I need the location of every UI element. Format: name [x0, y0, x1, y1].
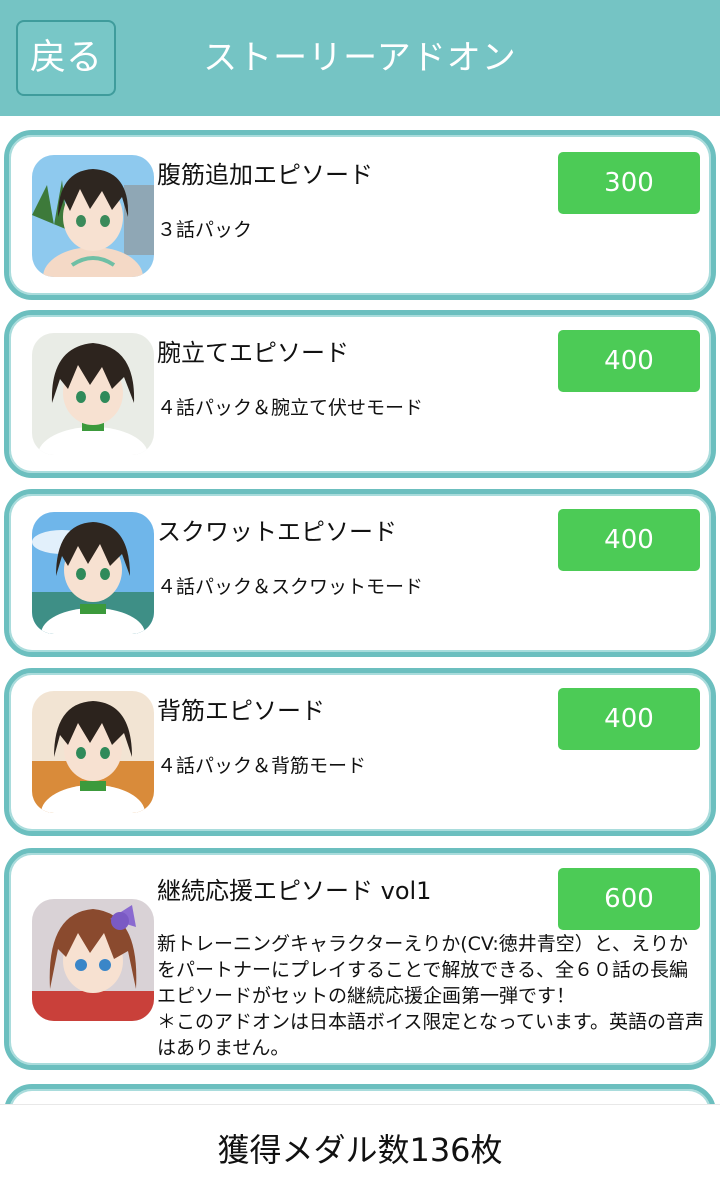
app-header: 戻る ストーリーアドオン — [0, 0, 720, 116]
character-thumbnail — [32, 899, 154, 1021]
medal-count-bar: 獲得メダル数136枚 — [0, 1104, 720, 1185]
addon-description: ４話パック＆スクワットモード — [157, 576, 424, 598]
addon-card: 腕立てエピソード ４話パック＆腕立て伏せモード 400 — [4, 310, 716, 478]
addon-card: 背筋エピソード ４話パック＆背筋モード 400 — [4, 668, 716, 836]
addon-card: 継続応援エピソード vol1 600 新トレーニングキャラクターえりか(CV:徳… — [4, 848, 716, 1070]
price-button[interactable]: 600 — [558, 868, 700, 930]
addon-description: ４話パック＆背筋モード — [157, 755, 367, 777]
addon-description: ３話パック — [157, 219, 253, 241]
character-thumbnail — [32, 155, 154, 277]
addon-title: 背筋エピソード — [157, 697, 325, 725]
addon-description-text: 新トレーニングキャラクターえりか(CV:徳井青空）と、えりかをパートナーにプレイ… — [157, 933, 705, 1059]
addon-card — [4, 1084, 716, 1104]
addon-title: 継続応援エピソード vol1 — [157, 877, 432, 905]
character-thumbnail — [32, 512, 154, 634]
addon-title: スクワットエピソード — [157, 518, 397, 546]
addon-title: 腹筋追加エピソード — [157, 161, 373, 189]
character-thumbnail — [32, 691, 154, 813]
addon-card: 腹筋追加エピソード ３話パック 300 — [4, 130, 716, 300]
addon-description: ４話パック＆腕立て伏せモード — [157, 397, 424, 419]
character-thumbnail — [32, 333, 154, 455]
addon-title: 腕立てエピソード — [157, 339, 349, 367]
addon-list[interactable]: 腹筋追加エピソード ３話パック 300 腕立てエピソード ４話パック＆腕立て伏せ… — [0, 116, 720, 1104]
addon-description: 新トレーニングキャラクターえりか(CV:徳井青空）と、えりかをパートナーにプレイ… — [157, 931, 705, 1061]
price-button[interactable]: 300 — [558, 152, 700, 214]
price-button[interactable]: 400 — [558, 688, 700, 750]
addon-card: スクワットエピソード ４話パック＆スクワットモード 400 — [4, 489, 716, 657]
page-title: ストーリーアドオン — [203, 38, 517, 78]
price-button[interactable]: 400 — [558, 509, 700, 571]
price-button[interactable]: 400 — [558, 330, 700, 392]
medal-count-text: 獲得メダル数136枚 — [217, 1131, 503, 1169]
